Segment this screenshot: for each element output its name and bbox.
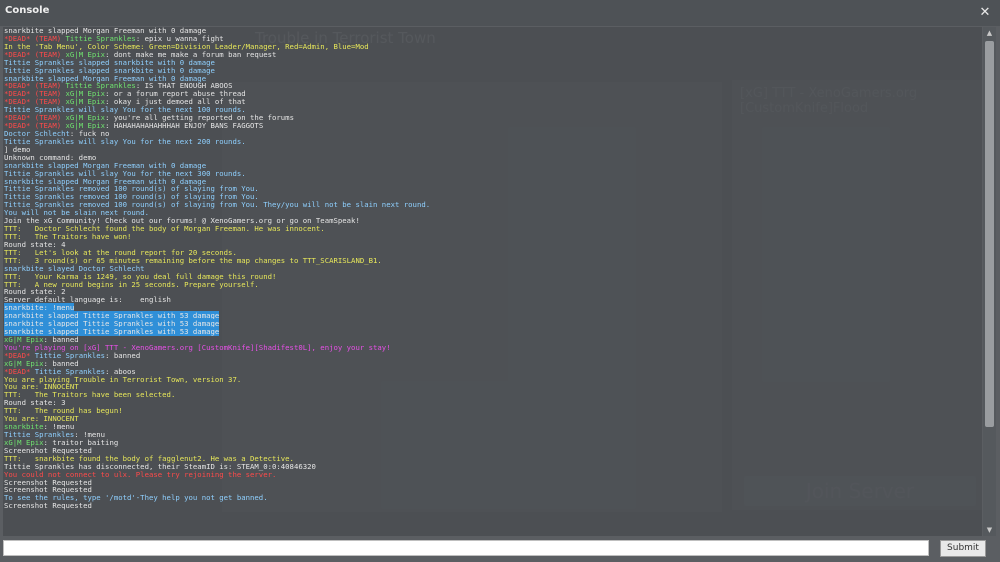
log-segment: : banned [105, 350, 141, 360]
scroll-thumb[interactable] [985, 41, 994, 427]
log-segment: Tittie Sprankles will slay You for the n… [4, 136, 246, 146]
log-line: Tittie Sprankles removed 100 round(s) of… [3, 201, 982, 209]
log-line: Server default language is: english [3, 296, 982, 304]
log-line: You're playing on [xG] TTT - XenoGamers.… [3, 343, 982, 352]
command-input[interactable] [3, 540, 929, 556]
log-line: ] demo [3, 145, 982, 154]
window-title: Console [5, 5, 50, 16]
log-line: You are: INNOCENT [3, 415, 982, 423]
scroll-up-icon[interactable]: ▲ [983, 27, 996, 39]
log-line: *DEAD* Tittie Sprankles: banned [3, 350, 982, 360]
log-line: You are playing Trouble in Terrorist Tow… [3, 375, 982, 384]
log-line: snarkbite: !menu [3, 423, 982, 431]
log-line: snarkbite slapped Tittie Sprankles with … [3, 327, 982, 337]
log-line: TTT: Doctor Schlecht found the body of M… [3, 225, 982, 233]
log-line: Tittie Sprankles: !menu [3, 431, 982, 439]
submit-button[interactable]: Submit [940, 540, 986, 557]
log-line: TTT: 3 round(s) or 65 minutes remaining … [3, 256, 982, 265]
log-line: Tittie Sprankles will slay You for the n… [3, 136, 982, 146]
log-line: Screenshot Requested [3, 502, 982, 510]
log-line: TTT: The round has begun! [3, 407, 982, 415]
log-segment: Screenshot Requested [4, 501, 92, 511]
log-segment: : HAHAHAHAHAHHHAH ENJOY BANS FAGGOTS [105, 121, 264, 131]
log-line: Round state: 3 [3, 399, 982, 407]
scrollbar[interactable]: ▲ ▼ [983, 27, 996, 536]
log-line: xG|M Epix: traitor baiting [3, 438, 982, 447]
log-line: TTT: The Traitors have been selected. [3, 391, 982, 399]
scroll-down-icon[interactable]: ▼ [983, 524, 996, 536]
close-icon[interactable]: ✕ [976, 4, 994, 22]
console-log: snarkbite slapped Morgan Freeman with 0 … [3, 27, 982, 536]
log-line: TTT: The Traitors have won! [3, 232, 982, 241]
log-line: TTT: A new round begins in 25 seconds. P… [3, 280, 982, 289]
log-line: xG|M Epix: banned [3, 359, 982, 368]
log-line: *DEAD* (TEAM) xG|M Epix: HAHAHAHAHAHHHAH… [3, 122, 982, 130]
log-line: To see the rules, type '/motd'-They help… [3, 494, 982, 502]
log-line: You could not connect to ulx. Please try… [3, 470, 982, 479]
log-line: Screenshot Requested [3, 478, 982, 487]
console-titlebar: Console ✕ [0, 0, 1000, 26]
